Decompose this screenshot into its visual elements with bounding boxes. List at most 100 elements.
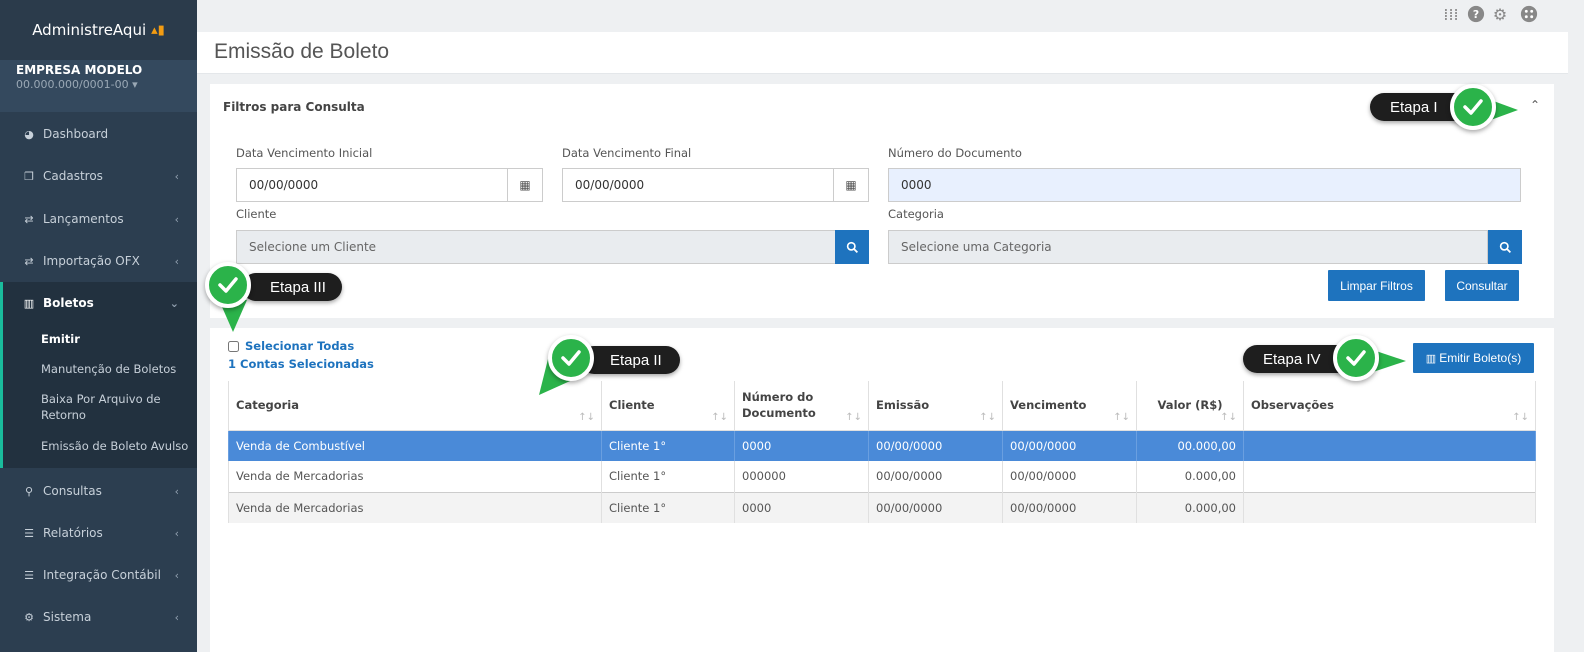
callout-label: Etapa III [270, 278, 326, 296]
help-icon[interactable]: ? [1466, 5, 1486, 25]
barcode-icon: ▥ [23, 296, 35, 310]
column-header-numero-documento[interactable]: Número do Documento ↑↓ [734, 381, 869, 431]
column-label: Número do Documento [742, 390, 816, 421]
consultar-button[interactable]: Consultar [1445, 270, 1519, 301]
sidebar-item-sistema[interactable]: ⚙ Sistema ‹ [0, 596, 197, 638]
data-final-input[interactable]: 00/00/0000 [562, 168, 834, 202]
submenu-item-emitir[interactable]: Emitir [41, 331, 191, 347]
apps-grid-icon[interactable]: ⁞⁞⁞ [1441, 5, 1461, 25]
filters-title: Filtros para Consulta [223, 100, 365, 114]
callout-etapa-3: Etapa III [242, 273, 342, 301]
calendar-icon[interactable]: ▦ [508, 168, 543, 202]
sidebar-item-integracao-contabil[interactable]: ☰ Integração Contábil ‹ [0, 554, 197, 596]
cell-cliente: Cliente 1° [601, 491, 735, 523]
numero-documento-input[interactable]: 0000 [888, 168, 1521, 202]
cell-vencimento: 00/00/0000 [1002, 461, 1137, 492]
column-header-vencimento[interactable]: Vencimento ↑↓ [1002, 381, 1137, 431]
cell-emissao: 00/00/0000 [868, 461, 1003, 492]
filters-panel: Filtros para Consulta ⌃ Data Vencimento … [210, 84, 1554, 318]
cell-valor: 0.000,00 [1136, 491, 1244, 523]
cell-categoria: Venda de Mercadorias [228, 461, 602, 492]
calendar-icon[interactable]: ▦ [834, 168, 869, 202]
callout-label: Etapa II [610, 351, 662, 369]
submenu-item-boleto-avulso[interactable]: Emissão de Boleto Avulso [41, 438, 191, 454]
table-row[interactable]: Venda de Mercadorias Cliente 1° 0000 00/… [228, 491, 1536, 523]
cliente-search-button[interactable] [835, 230, 869, 264]
cell-emissao: 00/00/0000 [868, 491, 1003, 523]
company-selector[interactable]: EMPRESA MODELO 00.000.000/0001-00 ▾ [0, 60, 197, 112]
categoria-select[interactable]: Selecione uma Categoria [888, 230, 1488, 264]
chevron-left-icon: ‹ [174, 169, 179, 183]
data-inicial-input[interactable]: 00/00/0000 [236, 168, 508, 202]
submenu-item-manutencao[interactable]: Manutenção de Boletos [41, 361, 191, 377]
search-icon [1499, 241, 1511, 253]
page-header: Emissão de Boleto [197, 32, 1568, 74]
company-name: EMPRESA MODELO [16, 63, 143, 77]
sidebar-item-dashboard[interactable]: ◕ Dashboard [0, 113, 197, 155]
select-all-checkbox[interactable] [228, 340, 239, 352]
list-icon: ☰ [24, 526, 34, 540]
selected-count: 1 Contas Selecionadas [228, 357, 374, 371]
sidebar-item-importacao-ofx[interactable]: ⇄ Importação OFX ‹ [0, 240, 197, 282]
check-icon [205, 262, 251, 308]
topbar: ⁞⁞⁞ ? ⚙ [197, 0, 1584, 32]
sort-icon: ↑↓ [711, 411, 728, 423]
cliente-select[interactable]: Selecione um Cliente [236, 230, 836, 264]
column-header-observacoes[interactable]: Observações ↑↓ [1243, 381, 1536, 431]
cell-emissao: 00/00/0000 [868, 430, 1003, 461]
cell-observacoes [1243, 461, 1536, 492]
cogs-icon: ⚙ [24, 610, 34, 624]
cell-categoria: Venda de Mercadorias [228, 491, 602, 523]
company-cnpj: 00.000.000/0001-00 ▾ [16, 78, 138, 91]
cell-cliente: Cliente 1° [601, 461, 735, 492]
boletos-submenu: Emitir Manutenção de Boletos Baixa Por A… [0, 324, 197, 468]
exchange-icon: ⇄ [24, 254, 34, 268]
table-row[interactable]: Venda de Mercadorias Cliente 1° 000000 0… [228, 461, 1536, 492]
submenu-item-baixa-retorno[interactable]: Baixa Por Arquivo de Retorno [41, 391, 191, 423]
sidebar-item-label: Boletos [43, 296, 94, 310]
callout-label: Etapa IV [1263, 350, 1321, 368]
gear-icon[interactable]: ⚙ [1490, 5, 1510, 25]
cliente-label: Cliente [236, 207, 277, 221]
sidebar-item-cadastros[interactable]: ❐ Cadastros ‹ [0, 155, 197, 197]
categoria-search-button[interactable] [1488, 230, 1522, 264]
sort-icon: ↑↓ [578, 411, 595, 423]
sidebar-item-label: Sistema [43, 610, 92, 624]
sidebar-item-consultas[interactable]: ⚲ Consultas ‹ [0, 470, 197, 512]
chevron-up-icon[interactable]: ⌃ [1530, 98, 1540, 112]
sidebar-item-relatorios[interactable]: ☰ Relatórios ‹ [0, 512, 197, 554]
boletos-table: Categoria ↑↓ Cliente ↑↓ Número do Document… [228, 381, 1536, 523]
select-all[interactable]: Selecionar Todas [228, 339, 354, 353]
data-final-label: Data Vencimento Final [562, 146, 692, 160]
sidebar: AdministreAqui ▴▮ EMPRESA MODELO 00.000.… [0, 0, 197, 652]
sort-icon: ↑↓ [845, 411, 862, 423]
column-header-emissao[interactable]: Emissão ↑↓ [868, 381, 1003, 431]
sidebar-item-label: Relatórios [43, 526, 103, 540]
callout-etapa-2: Etapa II [580, 346, 680, 374]
numero-documento-label: Número do Documento [888, 146, 1022, 160]
table-row[interactable]: Venda de Combustível Cliente 1° 0000 00/… [228, 430, 1536, 461]
search-icon [846, 241, 858, 253]
cell-valor: 0.000,00 [1136, 461, 1244, 492]
cell-vencimento: 00/00/0000 [1002, 430, 1137, 461]
page-title: Emissão de Boleto [214, 40, 390, 63]
column-label: Vencimento [1010, 398, 1087, 413]
user-menu-icon[interactable] [1519, 5, 1539, 25]
column-header-valor[interactable]: Valor (R$) ↑↓ [1136, 381, 1244, 431]
limpar-filtros-button[interactable]: Limpar Filtros [1328, 270, 1425, 301]
sidebar-item-lancamentos[interactable]: ⇄ Lançamentos ‹ [0, 198, 197, 240]
sidebar-item-label: Consultas [43, 484, 102, 498]
cell-categoria: Venda de Combustível [228, 430, 602, 461]
cell-numero: 0000 [734, 430, 869, 461]
column-label: Cliente [609, 398, 655, 413]
chevron-left-icon: ‹ [174, 254, 179, 268]
table-header-row: Categoria ↑↓ Cliente ↑↓ Número do Document… [228, 381, 1536, 431]
sidebar-item-boletos[interactable]: ▥ Boletos ⌄ [0, 282, 197, 324]
column-label: Categoria [236, 398, 300, 413]
cell-numero: 0000 [734, 491, 869, 523]
sort-icon: ↑↓ [979, 411, 996, 423]
cell-cliente: Cliente 1° [601, 430, 735, 461]
column-header-cliente[interactable]: Cliente ↑↓ [601, 381, 735, 431]
emitir-boletos-button[interactable]: ▥ Emitir Boleto(s) [1413, 343, 1534, 373]
brand[interactable]: AdministreAqui ▴▮ [0, 0, 197, 60]
